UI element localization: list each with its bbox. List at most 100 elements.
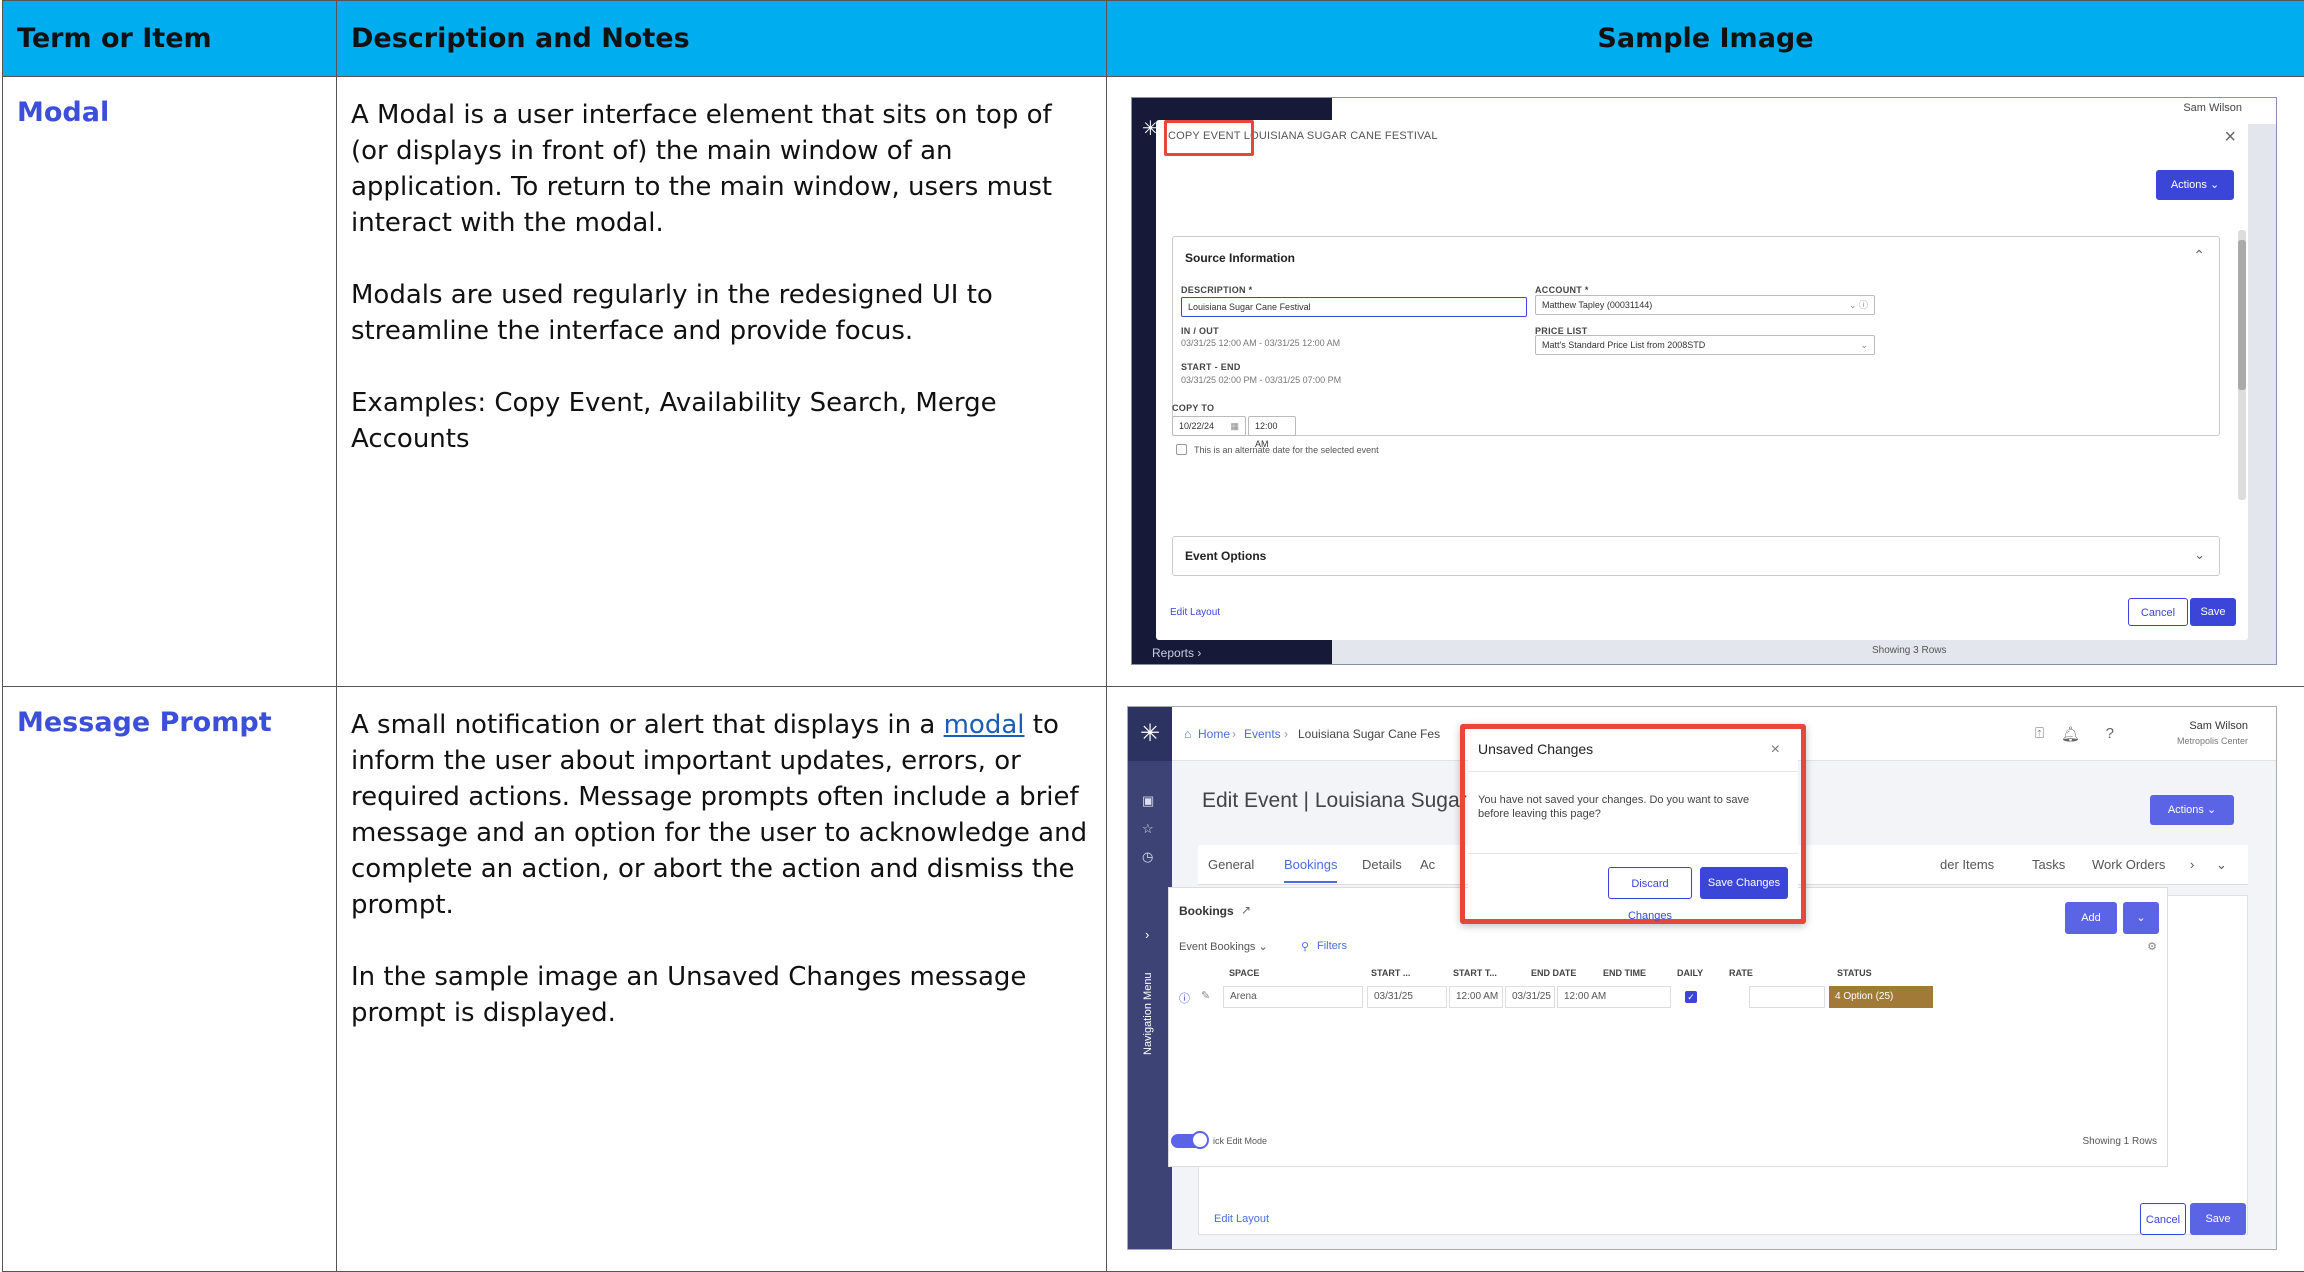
- divider: [1468, 853, 1798, 854]
- description-input[interactable]: Louisiana Sugar Cane Festival: [1181, 297, 1527, 317]
- actions-button[interactable]: Actions ⌄: [2150, 795, 2234, 825]
- column-header[interactable]: START T...: [1453, 968, 1497, 978]
- description-paragraph: Examples: Copy Event, Availability Searc…: [351, 385, 1092, 457]
- add-button[interactable]: Add: [2065, 902, 2117, 934]
- tab-bookings[interactable]: Bookings: [1284, 857, 1337, 883]
- gear-icon[interactable]: ⚙: [2147, 940, 2157, 953]
- alternate-date-checkbox[interactable]: [1176, 444, 1187, 455]
- filters-button[interactable]: Filters: [1317, 940, 1347, 952]
- event-options-section[interactable]: Event Options ⌄: [1172, 536, 2220, 576]
- user-name: Sam Wilson: [2177, 719, 2248, 734]
- pricelist-value: Matt's Standard Price List from 2008STD: [1542, 340, 1705, 350]
- glossary-page: Term or Item Description and Notes Sampl…: [0, 0, 2304, 1271]
- home-icon[interactable]: ⌂: [1184, 727, 1191, 741]
- scrollbar-thumb[interactable]: [2238, 240, 2246, 390]
- section-title: Source Information: [1185, 251, 1295, 265]
- chevron-down-icon: ⌄ ⓘ: [1849, 296, 1868, 314]
- copyto-date-input[interactable]: 10/22/24 ▦: [1172, 416, 1246, 436]
- toggle-knob[interactable]: [1191, 1131, 1209, 1149]
- tab-order-items[interactable]: der Items: [1940, 857, 1994, 872]
- quick-edit-toggle[interactable]: [1171, 1134, 1207, 1148]
- close-icon[interactable]: ×: [2224, 126, 2236, 149]
- navigation-menu-label[interactable]: Navigation Menu: [1142, 935, 1154, 1055]
- info-icon[interactable]: ⓘ: [1179, 990, 1190, 1006]
- clock-icon[interactable]: ◷: [1142, 849, 1153, 865]
- startend-label: START - END: [1181, 362, 1241, 372]
- description-paragraph: Modals are used regularly in the redesig…: [351, 277, 1092, 349]
- table-cell[interactable]: 12:00 AM: [1449, 986, 1503, 1008]
- unsaved-changes-prompt: Unsaved Changes × You have not saved you…: [1468, 729, 1798, 919]
- star-icon[interactable]: ☆: [1142, 821, 1154, 837]
- column-header[interactable]: END TIME: [1603, 968, 1646, 978]
- column-header[interactable]: DAILY: [1677, 968, 1703, 978]
- user-menu[interactable]: Sam Wilson Metropolis Center: [2177, 719, 2248, 749]
- edit-layout-link[interactable]: Edit Layout: [1214, 1213, 1269, 1225]
- pricelist-select[interactable]: Matt's Standard Price List from 2008STD⌄: [1535, 335, 1875, 355]
- scrollbar[interactable]: [2238, 230, 2246, 500]
- calendar-icon[interactable]: ▦: [1230, 417, 1239, 435]
- column-header[interactable]: STATUS: [1837, 968, 1872, 978]
- tab-ac[interactable]: Ac: [1420, 857, 1435, 872]
- cancel-button[interactable]: Cancel: [2128, 598, 2188, 626]
- discard-changes-button[interactable]: Discard Changes: [1608, 867, 1692, 899]
- table-cell[interactable]: 12:00 AM: [1557, 986, 1671, 1008]
- tab-general[interactable]: General: [1208, 857, 1254, 872]
- breadcrumb-separator: ›: [1232, 727, 1236, 741]
- edit-layout-link[interactable]: Edit Layout: [1170, 607, 1220, 618]
- chevron-right-icon[interactable]: ›: [2190, 857, 2194, 872]
- cancel-button[interactable]: Cancel: [2140, 1203, 2186, 1235]
- startend-value: 03/31/25 02:00 PM - 03/31/25 07:00 PM: [1181, 375, 1341, 385]
- chevron-down-icon[interactable]: ⌄: [2194, 547, 2205, 563]
- table-cell[interactable]: 03/31/25: [1505, 986, 1555, 1008]
- account-value: Matthew Tapley (00031144): [1542, 300, 1652, 310]
- filter-icon[interactable]: ⚲: [1301, 940, 1309, 953]
- breadcrumb-home[interactable]: Home: [1198, 727, 1230, 741]
- event-bookings-dropdown[interactable]: Event Bookings ⌄: [1179, 940, 1268, 953]
- reports-link[interactable]: Reports ›: [1152, 646, 1201, 660]
- highlight-box: [1164, 120, 1254, 156]
- actions-button[interactable]: Actions ⌄: [2156, 170, 2234, 200]
- bell-icon[interactable]: 🔔︎: [2061, 725, 2080, 743]
- tab-details[interactable]: Details: [1362, 857, 1402, 872]
- modal-link[interactable]: modal: [944, 710, 1025, 740]
- account-select[interactable]: Matthew Tapley (00031144) ⌄ ⓘ: [1535, 295, 1875, 315]
- table-cell[interactable]: Arena: [1223, 986, 1363, 1008]
- help-icon[interactable]: ?: [2106, 725, 2114, 742]
- table-cell[interactable]: 03/31/25: [1367, 986, 1447, 1008]
- copyto-date: 10/22/24: [1179, 421, 1214, 431]
- copyto-time-input[interactable]: 12:00 AM: [1248, 416, 1296, 436]
- external-link-icon[interactable]: ↗: [1241, 903, 1251, 917]
- daily-checkbox[interactable]: ✓: [1685, 991, 1697, 1003]
- close-icon[interactable]: ×: [1771, 741, 1780, 759]
- tab-work-orders[interactable]: Work Orders: [2092, 857, 2165, 872]
- description-cell: A Modal is a user interface element that…: [337, 77, 1107, 687]
- save-button[interactable]: Save: [2190, 1203, 2246, 1235]
- column-header[interactable]: SPACE: [1229, 968, 1259, 978]
- row-count: Showing 3 Rows: [1872, 645, 1946, 656]
- status-badge: 4 Option (25): [1829, 986, 1933, 1008]
- rate-select[interactable]: [1749, 986, 1825, 1008]
- text-span: A small notification or alert that displ…: [351, 710, 944, 740]
- source-information-section: Source Information ⌃ DESCRIPTION * Louis…: [1172, 236, 2220, 436]
- term-message-prompt: Message Prompt: [3, 687, 337, 1272]
- inout-label: IN / OUT: [1181, 326, 1219, 336]
- copyto-label: COPY TO: [1172, 403, 1214, 413]
- header-sample-image: Sample Image: [1107, 1, 2304, 77]
- tab-tasks[interactable]: Tasks: [2032, 857, 2065, 872]
- grid-icon[interactable]: ▣: [1142, 793, 1154, 809]
- inbox-icon[interactable]: ⍐: [2035, 725, 2044, 742]
- chevron-down-icon[interactable]: ⌄: [2123, 902, 2159, 934]
- column-header[interactable]: RATE: [1729, 968, 1753, 978]
- column-header[interactable]: END DATE: [1531, 968, 1576, 978]
- breadcrumb-events[interactable]: Events: [1244, 727, 1281, 741]
- alternate-date-label: This is an alternate date for the select…: [1194, 445, 1379, 455]
- header-description: Description and Notes: [337, 1, 1107, 77]
- chevron-up-icon[interactable]: ⌃: [2193, 247, 2205, 264]
- pencil-icon[interactable]: ✎: [1201, 989, 1210, 1002]
- nav-rail: ✳ ▣ ☆ ◷ › Navigation Menu: [1128, 707, 1172, 1250]
- column-header[interactable]: START ...: [1371, 968, 1410, 978]
- save-button[interactable]: Save: [2190, 598, 2236, 626]
- chevron-down-icon[interactable]: ⌄: [2216, 857, 2227, 873]
- header-row: Term or Item Description and Notes Sampl…: [3, 1, 2304, 77]
- save-changes-button[interactable]: Save Changes: [1700, 867, 1788, 899]
